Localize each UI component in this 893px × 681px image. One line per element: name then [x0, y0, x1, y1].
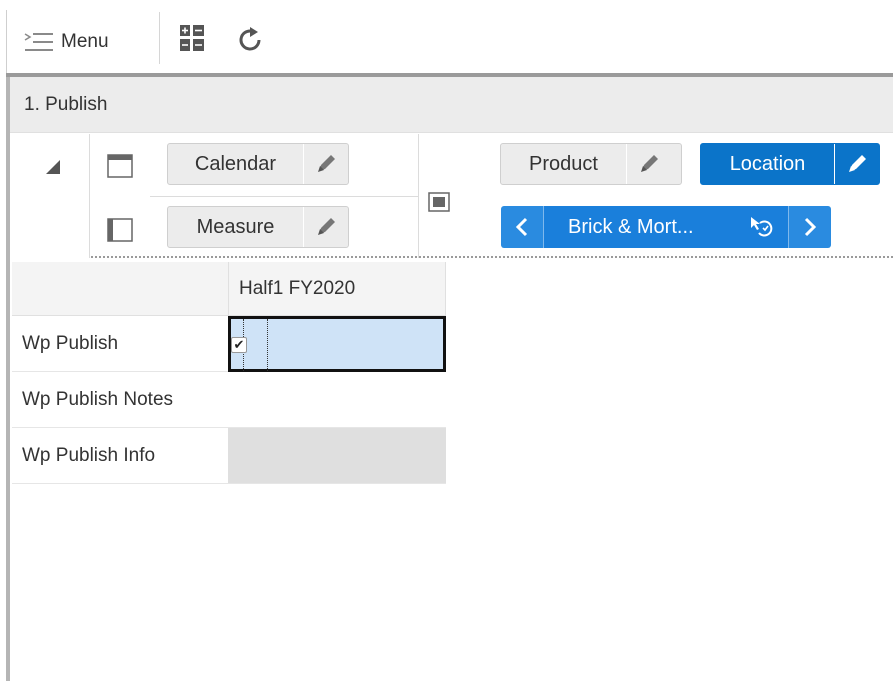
location-tile[interactable]: Location	[700, 143, 880, 185]
row-header[interactable]: Wp Publish Notes	[12, 372, 228, 428]
location-tile-label[interactable]: Location	[701, 144, 835, 184]
pivot-area: Calendar Measure Product Location Brick …	[10, 134, 893, 258]
publish-cell[interactable]: ✔	[228, 316, 446, 372]
product-tile-label[interactable]: Product	[501, 144, 627, 184]
chevron-left-icon	[515, 217, 528, 237]
toolbar: Menu	[6, 10, 893, 74]
cursor-reset-icon[interactable]	[748, 215, 774, 239]
menu-label: Menu	[61, 31, 109, 52]
toolbar-divider	[159, 12, 160, 64]
view-title-bar: 1. Publish	[10, 77, 893, 133]
row-header-label: Wp Publish Info	[22, 444, 156, 466]
column-header-label: Half1 FY2020	[239, 277, 356, 299]
pencil-icon	[318, 155, 335, 172]
refresh-icon[interactable]	[237, 27, 265, 53]
row-axis-icon	[107, 218, 133, 242]
publish-notes-cell[interactable]	[228, 372, 446, 428]
menu-button[interactable]: Menu	[21, 24, 109, 60]
page-selector: Brick & Mort...	[501, 206, 831, 248]
app-frame: Menu 1. Publish Calendar Measure Product…	[0, 0, 893, 681]
row-header-label: Wp Publish Notes	[22, 388, 174, 410]
measure-tile[interactable]: Measure	[167, 206, 349, 248]
row-header[interactable]: Wp Publish Info	[12, 428, 228, 484]
column-axis-icon	[107, 154, 133, 178]
pivot-collapse-area	[10, 134, 90, 258]
measure-tile-label[interactable]: Measure	[168, 207, 304, 247]
layout-toggle-icon[interactable]	[179, 24, 205, 52]
calendar-tile[interactable]: Calendar	[167, 143, 349, 185]
page-axis-divider	[418, 134, 419, 258]
chevron-right-icon	[804, 217, 817, 237]
cell-divider	[267, 319, 268, 371]
product-tile[interactable]: Product	[500, 143, 682, 185]
pencil-icon	[849, 155, 866, 172]
row-header-label: Wp Publish	[22, 332, 119, 354]
row-header[interactable]: Wp Publish	[12, 316, 228, 372]
collapse-triangle-icon[interactable]	[46, 160, 60, 174]
grid-corner	[12, 262, 228, 316]
page-axis-icon	[428, 192, 450, 212]
axis-divider	[150, 196, 418, 197]
measure-edit-button[interactable]	[304, 207, 348, 247]
pencil-icon	[641, 155, 658, 172]
publish-info-cell[interactable]	[228, 428, 446, 484]
page-selector-label: Brick & Mort...	[568, 215, 694, 238]
column-header[interactable]: Half1 FY2020	[228, 262, 446, 316]
location-edit-button[interactable]	[835, 144, 879, 184]
view-title: 1. Publish	[24, 93, 108, 115]
page-selector-value[interactable]: Brick & Mort...	[543, 206, 789, 248]
calendar-edit-button[interactable]	[304, 144, 348, 184]
calendar-tile-label[interactable]: Calendar	[168, 144, 304, 184]
publish-checkbox[interactable]: ✔	[231, 337, 247, 353]
next-page-button[interactable]	[789, 206, 831, 248]
previous-page-button[interactable]	[501, 206, 543, 248]
product-edit-button[interactable]	[627, 144, 671, 184]
menu-icon	[24, 33, 53, 51]
pencil-icon	[318, 218, 335, 235]
